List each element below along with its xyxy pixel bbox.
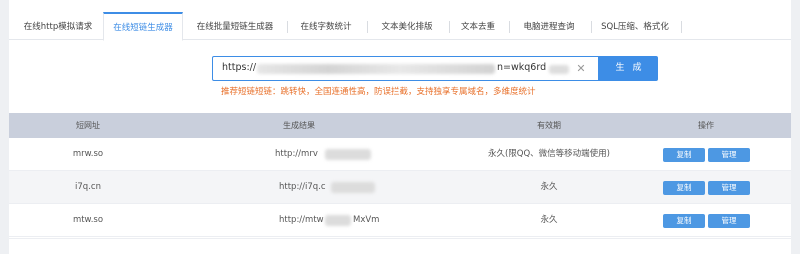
- result-text: http://i7q.c: [279, 182, 326, 192]
- result-cell: http://i7q.c: [279, 171, 399, 204]
- result-text: http://mrv: [275, 149, 318, 159]
- table-row: mtw.so http://mtw MxVm 永久 复制 管理: [9, 204, 791, 237]
- result-cell: http://mtw MxVm: [279, 204, 409, 237]
- result-redacted: [331, 182, 375, 193]
- validity: 永久: [540, 215, 558, 225]
- short-domain: i7q.cn: [75, 182, 101, 192]
- header-actions: 操作: [698, 121, 714, 130]
- url-redacted: [257, 64, 495, 74]
- tab-divider: [509, 21, 510, 33]
- url-suffix-text: n=wkq6rd: [497, 62, 547, 73]
- url-prefix-text: https://: [222, 62, 257, 73]
- tab-batch-short-link[interactable]: 在线批量短链生成器: [189, 14, 281, 40]
- tab-process-query[interactable]: 电脑进程查询: [513, 14, 585, 40]
- url-input[interactable]: https:// n=wkq6rd ✕: [212, 56, 599, 81]
- header-short-url: 短网址: [76, 121, 100, 130]
- clear-icon[interactable]: ✕: [574, 61, 588, 77]
- manage-button[interactable]: 管理: [708, 148, 750, 162]
- tab-short-link-generator[interactable]: 在线短链生成器: [103, 12, 183, 41]
- tab-divider: [367, 21, 368, 33]
- manage-button[interactable]: 管理: [708, 214, 750, 228]
- url-redacted-tail: [549, 65, 569, 74]
- generate-button[interactable]: 生成: [599, 56, 658, 81]
- tab-word-count[interactable]: 在线字数统计: [291, 14, 361, 40]
- tab-http-request[interactable]: 在线http模拟请求: [17, 14, 99, 40]
- tab-divider: [591, 21, 592, 33]
- copy-button[interactable]: 复制: [663, 214, 705, 228]
- table-row: mrw.so http://mrv 永久(限QQ、微信等移动端使用) 复制 管理: [9, 138, 791, 171]
- tool-tabs: 在线http模拟请求 在线短链生成器 在线批量短链生成器 在线字数统计 文本美化…: [9, 12, 791, 41]
- promo-tip: 推荐短链短链：跳转快，全国连通性高，防误拦截，支持独享专属域名，多维度统计: [221, 87, 536, 97]
- result-text: http://mtw: [279, 215, 324, 225]
- main-panel: 在线http模拟请求 在线短链生成器 在线批量短链生成器 在线字数统计 文本美化…: [9, 0, 791, 254]
- table-footer: [9, 238, 791, 254]
- validity: 永久: [540, 182, 558, 192]
- copy-button[interactable]: 复制: [663, 181, 705, 195]
- result-redacted: [325, 149, 371, 160]
- result-tail-text: MxVm: [353, 215, 380, 225]
- result-redacted: [325, 215, 351, 226]
- manage-button[interactable]: 管理: [708, 181, 750, 195]
- tab-sql-format[interactable]: SQL压缩、格式化: [595, 14, 675, 40]
- result-cell: http://mrv: [275, 138, 395, 171]
- table-row: i7q.cn http://i7q.c 永久 复制 管理: [9, 171, 791, 204]
- tab-text-dedupe[interactable]: 文本去重: [453, 14, 503, 40]
- header-result: 生成结果: [283, 121, 315, 130]
- header-validity: 有效期: [537, 121, 561, 130]
- validity: 永久(限QQ、微信等移动端使用): [487, 149, 610, 159]
- copy-button[interactable]: 复制: [663, 148, 705, 162]
- short-domain: mtw.so: [72, 215, 104, 225]
- tab-divider: [681, 21, 682, 33]
- tab-text-beautify[interactable]: 文本美化排版: [371, 14, 443, 40]
- tab-divider: [287, 21, 288, 33]
- table-header: 短网址 生成结果 有效期 操作: [9, 113, 791, 138]
- tab-divider: [449, 21, 450, 33]
- short-domain: mrw.so: [72, 149, 104, 159]
